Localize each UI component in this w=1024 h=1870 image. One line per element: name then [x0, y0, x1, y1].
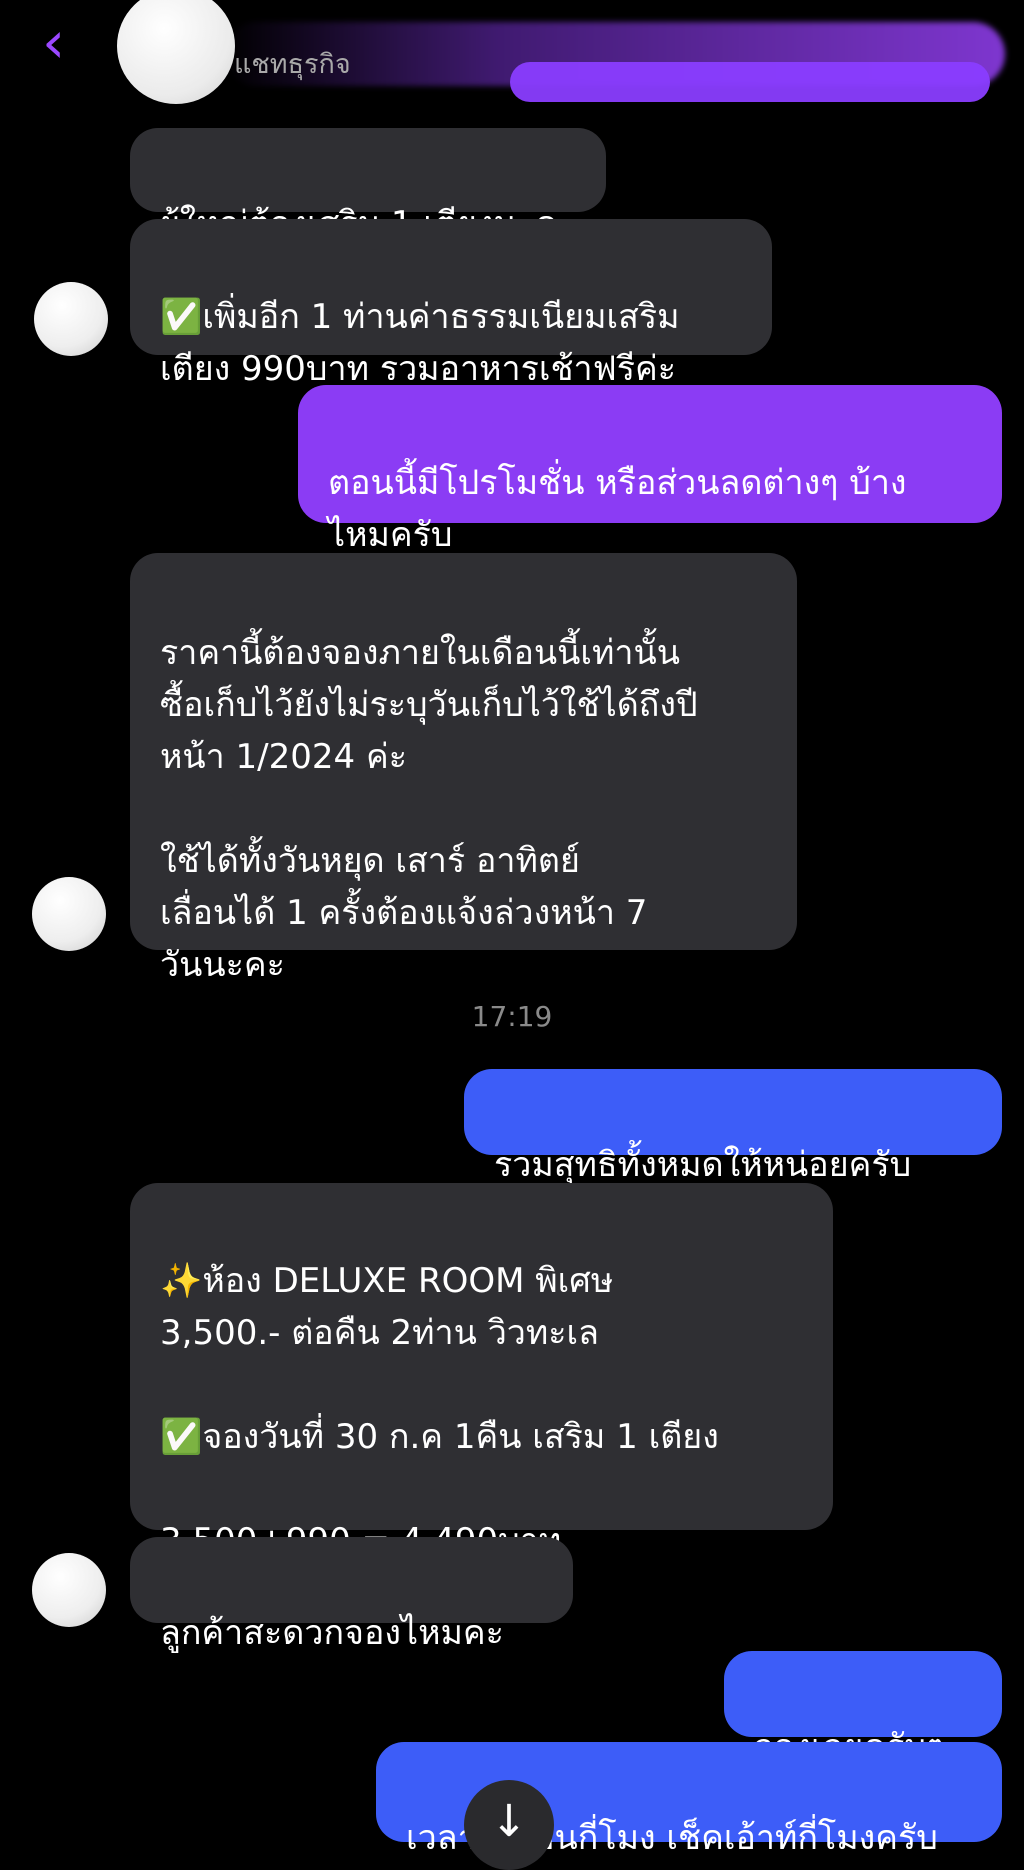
timestamp: 17:19 — [471, 1000, 553, 1033]
message-text: ✨ห้อง DELUXE ROOM พิเศษ 3,500.- ต่อคืน 2… — [160, 1261, 719, 1561]
sender-avatar[interactable] — [34, 282, 108, 356]
message-outgoing[interactable]: รวมสุทธิทั้งหมดให้หน่อยครับ — [464, 1069, 1002, 1185]
message-text: ลูกค้าสะดวกจองไหมคะ — [160, 1613, 504, 1653]
message-outgoing[interactable]: จองเลยครับๆ — [724, 1651, 1002, 1767]
message-incoming[interactable]: ✅เพิ่มอีก 1 ท่านค่าธรรมเนียมเสริม เตียง … — [130, 219, 772, 389]
message-outgoing[interactable]: ตอนนี้มีโปรโมชั่น หรือส่วนลดต่างๆ บ้าง ไ… — [298, 385, 1002, 555]
message-incoming[interactable]: ลูกค้าสะดวกจองไหมคะ — [130, 1537, 573, 1653]
chevron-left-icon[interactable]: ‹ — [42, 10, 86, 74]
message-text: ราคานี้ต้องจองภายในเดือนนี้เท่านั้น ซื้อ… — [160, 633, 698, 985]
sender-avatar[interactable] — [32, 877, 106, 951]
chat-subtitle: แชทธุรกิจ — [234, 49, 351, 80]
message-text: รวมสุทธิทั้งหมดให้หน่อยครับ — [494, 1145, 912, 1185]
sender-avatar[interactable] — [32, 1553, 106, 1627]
message-incoming[interactable]: ผู้ใหญ่ต้องเสริม 1 เตียงนะคะ — [130, 128, 607, 244]
message-incoming[interactable]: ✨ห้อง DELUXE ROOM พิเศษ 3,500.- ต่อคืน 2… — [130, 1183, 833, 1561]
message-text: ✅เพิ่มอีก 1 ท่านค่าธรรมเนียมเสริม เตียง … — [160, 297, 680, 389]
contact-avatar[interactable] — [117, 0, 235, 104]
message-incoming[interactable]: ราคานี้ต้องจองภายในเดือนนี้เท่านั้น ซื้อ… — [130, 553, 797, 985]
header-redacted-bar-lower — [510, 62, 990, 102]
message-text: ตอนนี้มีโปรโมชั่น หรือส่วนลดต่างๆ บ้าง ไ… — [328, 463, 907, 555]
arrow-down-icon[interactable]: ↓ — [464, 1780, 554, 1870]
